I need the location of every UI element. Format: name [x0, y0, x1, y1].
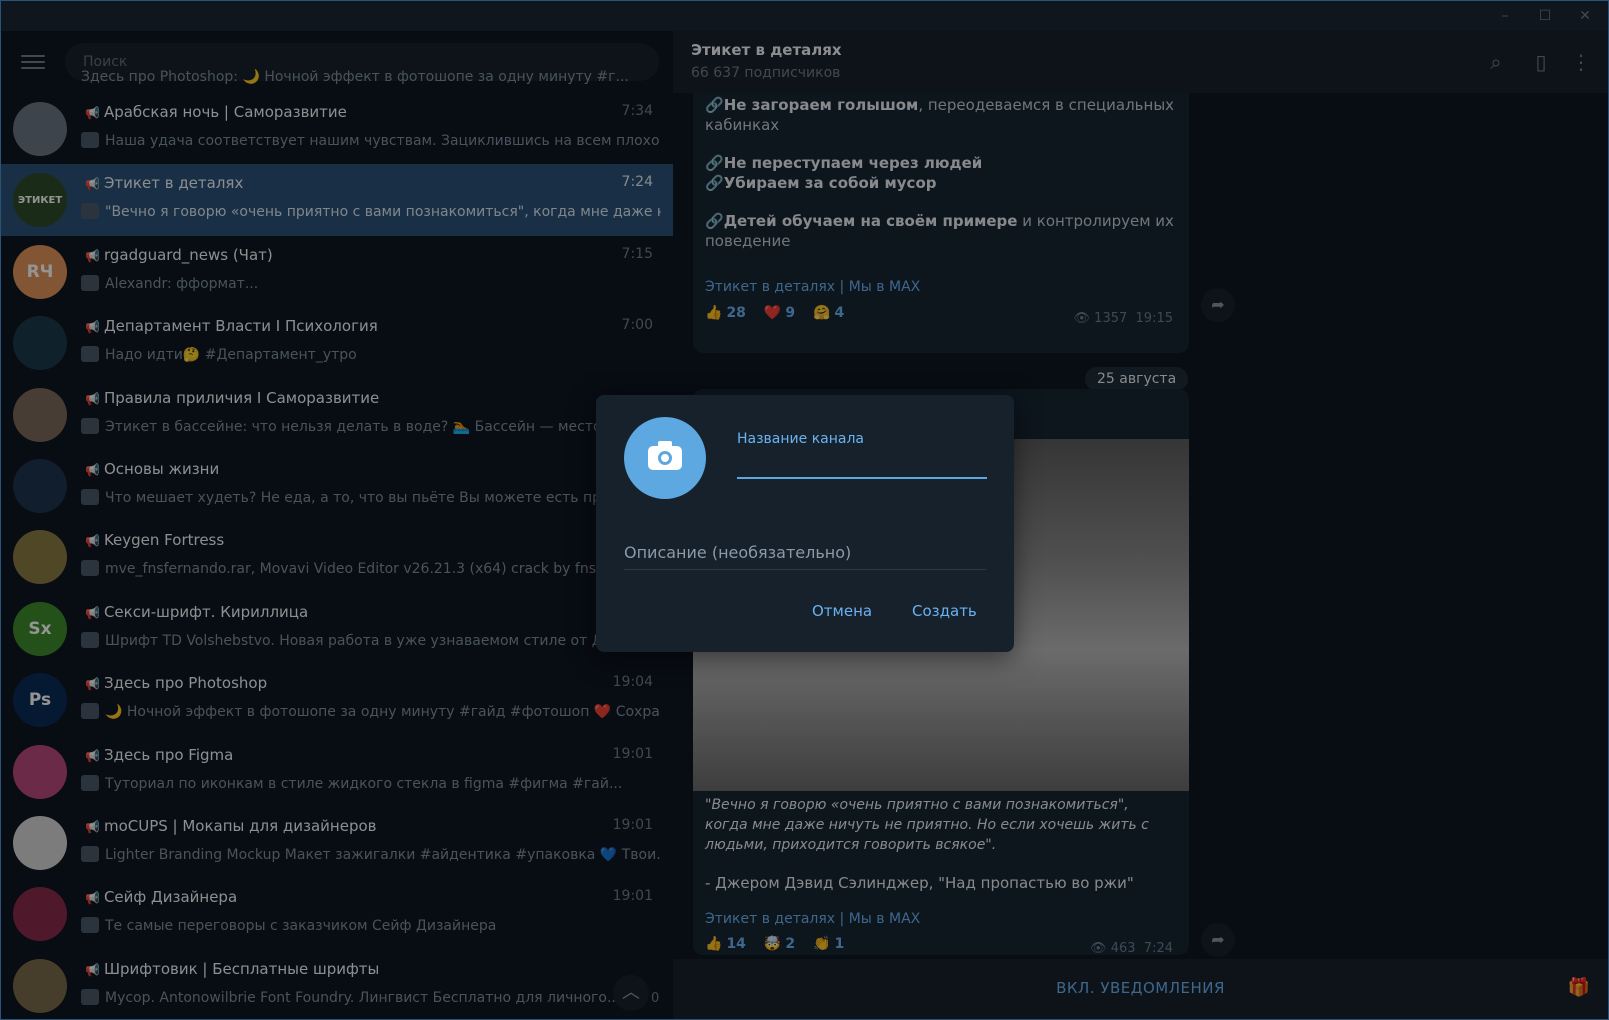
create-button[interactable]: Создать	[906, 601, 983, 621]
create-channel-dialog: Название канала Отмена Создать	[596, 395, 1014, 652]
channel-name-label: Название канала	[737, 431, 864, 447]
channel-description-input[interactable]	[624, 535, 986, 570]
channel-photo-button[interactable]	[624, 417, 706, 499]
camera-icon	[648, 441, 682, 470]
cancel-button[interactable]: Отмена	[806, 601, 878, 621]
channel-name-input[interactable]	[737, 453, 987, 479]
telegram-window: – ☐ ✕ Здесь про Photoshop: 🌙 Ночной эффе…	[0, 0, 1609, 1020]
